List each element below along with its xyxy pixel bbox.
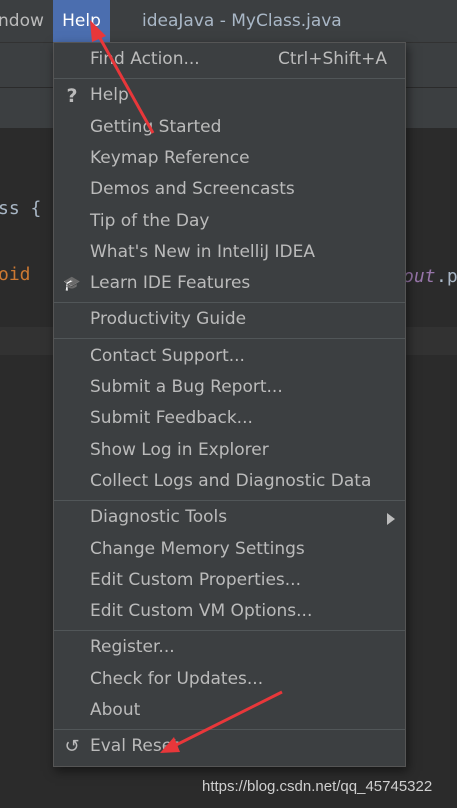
menu-item-learn-ide-features[interactable]: 🎓 Learn IDE Features xyxy=(54,269,405,300)
menu-item-label: Find Action... xyxy=(90,49,200,69)
menu-item-label: About xyxy=(90,700,141,720)
menu-item-help[interactable]: ? Help xyxy=(54,81,405,112)
menu-item-label: Collect Logs and Diagnostic Data xyxy=(90,470,372,491)
question-icon: ? xyxy=(66,85,78,108)
menu-item-label: Submit a Bug Report... xyxy=(90,377,283,397)
code-line-method: oid xyxy=(0,264,31,285)
menu-separator xyxy=(54,499,405,501)
menu-separator xyxy=(54,338,405,340)
menu-window[interactable]: ndow xyxy=(0,0,44,42)
menu-item-label: Tip of the Day xyxy=(90,210,210,231)
menu-item-label: Help xyxy=(90,85,129,106)
menu-item-demos-and-screencasts[interactable]: Demos and Screencasts xyxy=(54,175,405,206)
menu-item-label: Edit Custom VM Options... xyxy=(90,601,313,622)
code-out-field: out xyxy=(403,266,436,287)
menu-item-label: What's New in IntelliJ IDEA xyxy=(90,241,315,262)
menu-item-check-for-updates[interactable]: Check for Updates... xyxy=(54,665,405,696)
menu-item-label: Show Log in Explorer xyxy=(90,439,269,460)
menu-item-edit-custom-vm-options[interactable]: Edit Custom VM Options... xyxy=(54,597,405,628)
menu-item-register[interactable]: Register... xyxy=(54,633,405,664)
menu-item-label: Submit Feedback... xyxy=(90,408,253,429)
menu-item-productivity-guide[interactable]: Productivity Guide xyxy=(54,305,405,336)
help-menu-popup: Find Action... Ctrl+Shift+A? Help Getting S… xyxy=(53,42,406,767)
menu-item-label: Productivity Guide xyxy=(90,309,247,330)
menu-item-label: Check for Updates... xyxy=(90,668,264,689)
menu-item-getting-started[interactable]: Getting Started xyxy=(54,113,405,144)
window-title: ideaJava - MyClass.java xyxy=(142,11,342,31)
menu-item-change-memory-settings[interactable]: Change Memory Settings xyxy=(54,535,405,566)
menu-item-diagnostic-tools[interactable]: Diagnostic Tools xyxy=(54,503,405,534)
menu-separator xyxy=(54,629,405,631)
menu-item-label: Diagnostic Tools xyxy=(90,507,228,528)
menu-item-label: Demos and Screencasts xyxy=(90,179,295,200)
menu-item-keymap-reference[interactable]: Keymap Reference xyxy=(54,144,405,175)
menu-help[interactable]: Help xyxy=(53,0,110,42)
menu-item-tip-of-the-day[interactable]: Tip of the Day xyxy=(54,207,405,238)
menu-item-contact-support[interactable]: Contact Support... xyxy=(54,342,405,373)
submenu-arrow-icon xyxy=(387,513,395,526)
menu-item-submit-a-bug-report[interactable]: Submit a Bug Report... xyxy=(54,373,405,404)
graduation-cap-icon: 🎓 xyxy=(63,276,81,293)
menu-item-edit-custom-properties[interactable]: Edit Custom Properties... xyxy=(54,566,405,597)
code-out-tail: .p xyxy=(436,266,457,287)
menu-item-label: Register... xyxy=(90,637,175,658)
menu-item-label: Keymap Reference xyxy=(90,147,250,168)
menu-separator xyxy=(54,728,405,730)
menu-item-shortcut: Ctrl+Shift+A xyxy=(277,49,387,69)
menu-item-label: Learn IDE Features xyxy=(90,273,251,294)
menu-separator xyxy=(54,77,405,79)
menu-item-label: Change Memory Settings xyxy=(90,538,305,559)
menu-item-eval-reset[interactable]: ↺ Eval Reset xyxy=(54,732,405,763)
menu-item-submit-feedback[interactable]: Submit Feedback... xyxy=(54,404,405,435)
menu-item-show-log-in-explorer[interactable]: Show Log in Explorer xyxy=(54,436,405,467)
menu-separator xyxy=(54,301,405,303)
menu-item-about[interactable]: About xyxy=(54,696,405,727)
menu-item-label: Edit Custom Properties... xyxy=(90,569,301,590)
menu-item-label: Getting Started xyxy=(90,116,222,137)
menu-item-what-s-new-in-intellij-idea[interactable]: What's New in IntelliJ IDEA xyxy=(54,238,405,269)
menu-item-collect-logs-and-diagnostic-data[interactable]: Collect Logs and Diagnostic Data xyxy=(54,467,405,498)
reset-icon: ↺ xyxy=(64,736,80,758)
code-line-class: ss { xyxy=(0,198,42,219)
menu-item-label: Eval Reset xyxy=(90,736,179,757)
menu-item-label: Contact Support... xyxy=(90,345,245,366)
watermark: https://blog.csdn.net/qq_45745322 xyxy=(202,778,433,795)
menu-item-find-action[interactable]: Find Action... Ctrl+Shift+A xyxy=(54,45,405,76)
menu-bar: ndow Help ideaJava - MyClass.java xyxy=(0,0,457,42)
